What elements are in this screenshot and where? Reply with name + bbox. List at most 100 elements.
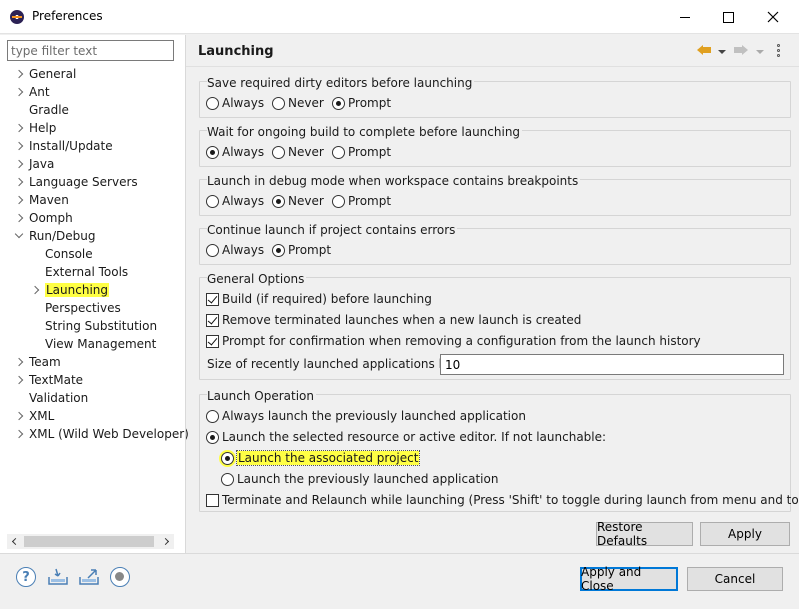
tree-item-label: Gradle <box>29 103 69 117</box>
tree-item[interactable]: Gradle <box>14 101 69 119</box>
tree-item[interactable]: Perspectives <box>30 299 121 317</box>
save-dirty-always-radio[interactable]: Always <box>206 95 264 111</box>
record-icon[interactable] <box>110 567 130 587</box>
radio-selected-icon <box>206 430 219 444</box>
scrollbar-thumb[interactable] <box>24 536 154 547</box>
launch-operation-title: Launch Operation <box>207 389 316 403</box>
close-icon <box>767 11 779 23</box>
save-dirty-prompt-radio[interactable]: Prompt <box>332 95 391 111</box>
chevron-right-icon[interactable] <box>14 137 24 155</box>
tree-item[interactable]: External Tools <box>30 263 128 281</box>
tree-item[interactable]: Java <box>14 155 54 173</box>
chevron-right-icon[interactable] <box>14 83 24 101</box>
tree-item[interactable]: General <box>14 65 76 83</box>
chevron-right-icon[interactable] <box>14 155 24 173</box>
radio-icon <box>272 96 285 110</box>
chevron-right-icon[interactable] <box>14 353 24 371</box>
save-dirty-never-radio[interactable]: Never <box>272 95 324 111</box>
apply-and-close-button[interactable]: Apply and Close <box>580 565 678 593</box>
tree-item-label: TextMate <box>29 373 84 387</box>
chevron-right-icon[interactable] <box>14 407 24 425</box>
tree-item[interactable]: Ant <box>14 83 50 101</box>
help-icon[interactable]: ? <box>16 567 36 587</box>
prompt-confirmation-checkbox[interactable]: Prompt for confirmation when removing a … <box>206 333 701 349</box>
tree-item[interactable]: Launching <box>30 281 110 299</box>
view-menu-icon[interactable] <box>777 44 781 58</box>
forward-history-dropdown-icon[interactable] <box>756 50 764 54</box>
radio-selected-icon <box>272 194 285 208</box>
tree-item[interactable]: Team <box>14 353 61 371</box>
debug-mode-prompt-radio[interactable]: Prompt <box>332 193 391 209</box>
tree-item[interactable]: String Substitution <box>30 317 157 335</box>
filter-input[interactable] <box>7 40 174 61</box>
checkbox-checked-icon <box>206 292 219 306</box>
tree-item-label: Launching <box>45 283 110 297</box>
back-history-dropdown-icon[interactable] <box>718 50 726 54</box>
wait-build-prompt-radio[interactable]: Prompt <box>332 144 391 160</box>
tree-item[interactable]: Help <box>14 119 56 137</box>
scroll-left-icon[interactable] <box>7 534 22 549</box>
always-launch-previous-radio[interactable]: Always launch the previously launched ap… <box>206 408 526 424</box>
radio-selected-icon <box>332 96 345 110</box>
radio-selected-icon <box>221 451 234 465</box>
chevron-right-icon[interactable] <box>14 191 24 209</box>
radio-selected-icon <box>272 243 285 257</box>
minimize-button[interactable] <box>662 0 708 34</box>
close-button[interactable] <box>750 0 796 34</box>
chevron-down-icon[interactable] <box>14 227 24 245</box>
tree-item[interactable]: Validation <box>14 389 88 407</box>
preference-tree-pane: General Ant Gradle Help Install/Update Java La… <box>0 35 189 553</box>
debug-mode-always-radio[interactable]: Always <box>206 193 264 209</box>
chevron-right-icon[interactable] <box>14 65 24 83</box>
launch-associated-project-radio[interactable]: Launch the associated project <box>221 450 421 466</box>
chevron-right-icon[interactable] <box>14 371 24 389</box>
tree-item[interactable]: XML <box>14 407 54 425</box>
tree-item[interactable]: Console <box>30 245 93 263</box>
tree-item[interactable]: TextMate <box>14 371 83 389</box>
errors-prompt-radio[interactable]: Prompt <box>272 242 331 258</box>
recent-list-size-input[interactable] <box>440 354 784 375</box>
cancel-button[interactable]: Cancel <box>687 567 783 591</box>
radio-selected-icon <box>206 145 219 159</box>
tree-item[interactable]: Run/Debug <box>14 227 96 245</box>
debug-mode-never-radio[interactable]: Never <box>272 193 324 209</box>
tree-item-label: Java <box>29 157 55 171</box>
tree-item-label: Oomph <box>29 211 73 225</box>
tree-item[interactable]: View Management <box>30 335 156 353</box>
chevron-right-icon[interactable] <box>14 173 24 191</box>
import-icon[interactable] <box>47 567 69 587</box>
build-before-launch-checkbox[interactable]: Build (if required) before launching <box>206 291 432 307</box>
back-arrow-icon[interactable] <box>697 43 711 57</box>
terminate-relaunch-checkbox[interactable]: Terminate and Relaunch while launching (… <box>206 492 799 508</box>
restore-defaults-button[interactable]: Restore Defaults <box>596 520 693 548</box>
tree-item-label: Team <box>29 355 61 369</box>
chevron-right-icon[interactable] <box>14 209 24 227</box>
horizontal-scrollbar[interactable] <box>7 534 174 549</box>
forward-arrow-icon[interactable] <box>734 43 748 57</box>
pane-divider[interactable] <box>185 35 186 553</box>
tree-item[interactable]: Maven <box>14 191 69 209</box>
remove-terminated-checkbox[interactable]: Remove terminated launches when a new la… <box>206 312 581 328</box>
tree-item[interactable]: Oomph <box>14 209 73 227</box>
export-icon[interactable] <box>78 567 100 587</box>
wait-build-never-radio[interactable]: Never <box>272 144 324 160</box>
checkbox-checked-icon <box>206 313 219 327</box>
save-dirty-title: Save required dirty editors before launc… <box>207 76 475 90</box>
chevron-right-icon[interactable] <box>30 281 40 299</box>
launch-previous-application-radio[interactable]: Launch the previously launched applicati… <box>221 471 498 487</box>
tree-item[interactable]: Install/Update <box>14 137 113 155</box>
chevron-right-icon[interactable] <box>14 119 24 137</box>
tree-item-label: Perspectives <box>45 301 121 315</box>
chevron-right-icon[interactable] <box>14 425 24 443</box>
errors-always-radio[interactable]: Always <box>206 242 264 258</box>
recent-list-size-label: Size of recently launched applications l… <box>207 357 461 371</box>
tree-item[interactable]: Language Servers <box>14 173 138 191</box>
radio-icon <box>206 96 219 110</box>
apply-button[interactable]: Apply <box>700 522 790 546</box>
tree-item[interactable]: XML (Wild Web Developer) <box>14 425 189 443</box>
maximize-button[interactable] <box>705 0 751 34</box>
wait-build-always-radio[interactable]: Always <box>206 144 264 160</box>
launch-selected-resource-radio[interactable]: Launch the selected resource or active e… <box>206 429 606 445</box>
tree-item-label: General <box>29 67 77 81</box>
scroll-right-icon[interactable] <box>159 534 174 549</box>
